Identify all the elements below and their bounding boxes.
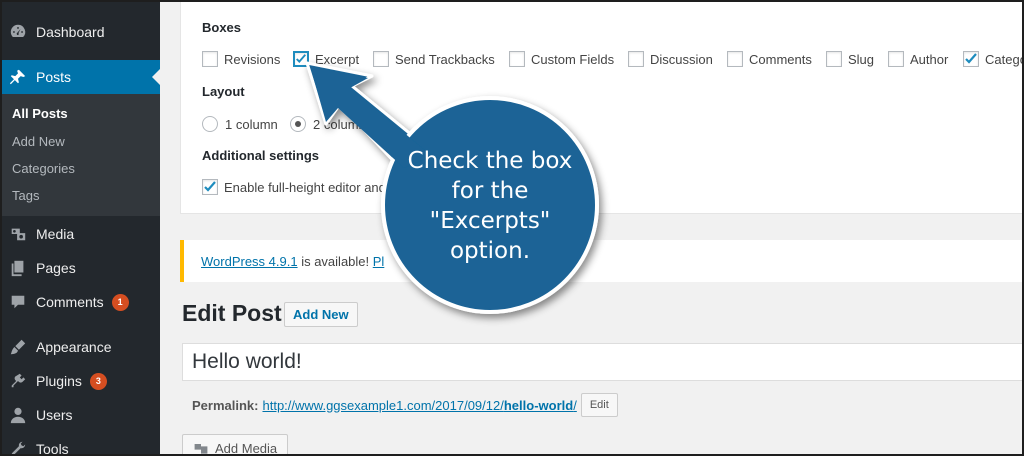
callout-line: option.	[449, 238, 531, 264]
callout-line: Check the box	[407, 148, 573, 174]
callout-line: for the	[451, 178, 529, 204]
callout-line: "Excerpts"	[429, 208, 551, 234]
callout-text: Check the box for the "Excerpts" option.	[392, 146, 588, 266]
